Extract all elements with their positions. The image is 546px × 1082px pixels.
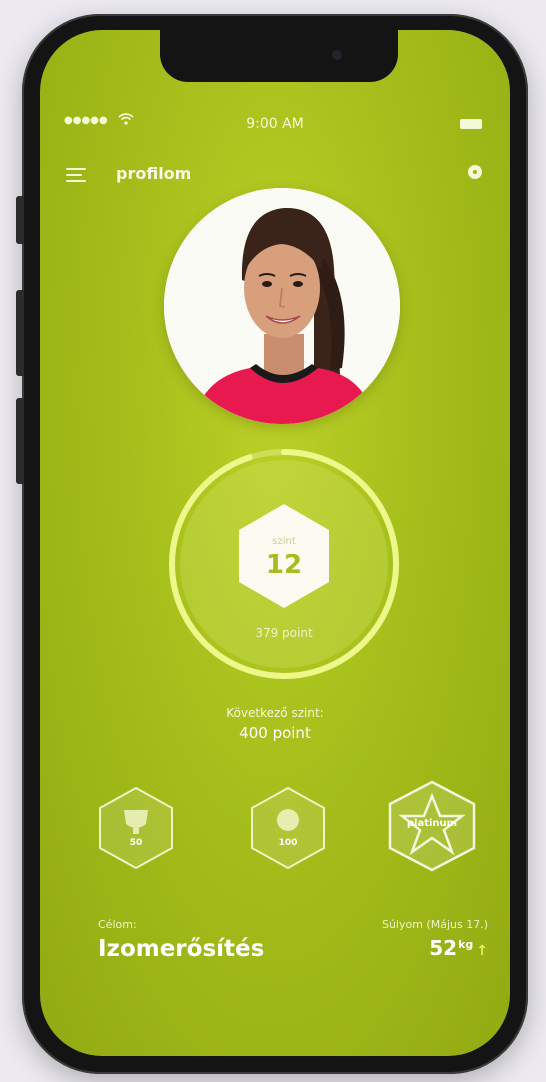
front-camera (332, 50, 342, 60)
level-progress-ring: szint 12 379 point (164, 444, 404, 684)
weight-unit: kg (458, 938, 474, 951)
avatar[interactable] (164, 188, 400, 424)
points-label: 379 point (255, 626, 313, 640)
next-level-label: Következő szint: (226, 706, 324, 720)
notch (160, 30, 398, 82)
star-badge[interactable]: platinum (384, 778, 480, 874)
status-time: 9:00 AM (246, 116, 304, 132)
settings-icon[interactable] (468, 165, 482, 179)
mute-switch (16, 196, 24, 244)
goal-value: Izomerősítés (98, 936, 265, 962)
phone-screen: ●●●●● 9:00 AM profilom szint 12 379 poin… (40, 30, 510, 1056)
status-bar: ●●●●● 9:00 AM (62, 113, 488, 136)
medal-badge[interactable]: 100 (248, 784, 328, 872)
weight-value: 52kg ↑ (429, 936, 488, 960)
badge-label: platinum (406, 818, 458, 829)
badge-label: 100 (278, 838, 298, 848)
volume-up-button (16, 290, 24, 376)
weight-number: 52 (429, 936, 458, 960)
level-value: 12 (265, 550, 303, 580)
trophy-badge[interactable]: 50 (96, 784, 176, 872)
goal-label: Célom: (98, 918, 137, 931)
weight-label: Súlyom (Május 17.) (381, 918, 488, 931)
menu-icon[interactable] (66, 168, 88, 182)
medal-icon (277, 809, 299, 831)
next-level-value: 400 point (239, 724, 311, 742)
battery-icon (460, 119, 482, 129)
level-label: szint (272, 536, 296, 547)
app-header: profilom (62, 160, 488, 190)
trend-up-icon: ↑ (476, 943, 488, 959)
volume-down-button (16, 398, 24, 484)
badge-label: 50 (129, 838, 143, 848)
page-title: profilom (116, 164, 192, 183)
